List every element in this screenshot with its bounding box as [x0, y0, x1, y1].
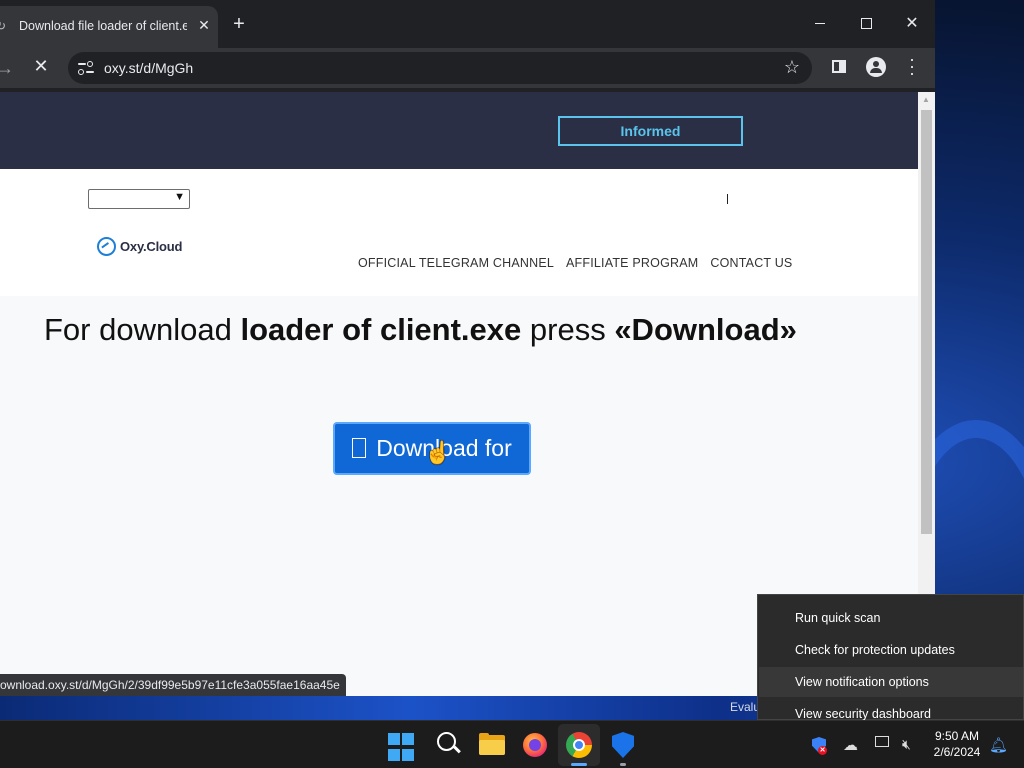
clock[interactable]: 9:50 AM 2/6/2024 [928, 728, 986, 760]
headline-filename: loader of client.exe [240, 312, 522, 347]
scroll-thumb[interactable] [921, 110, 932, 534]
maximize-icon [860, 18, 872, 30]
logo-icon [97, 237, 116, 256]
nav-link-contact[interactable]: CONTACT US [710, 256, 792, 270]
nav-link-telegram[interactable]: OFFICIAL TELEGRAM CHANNEL [358, 256, 554, 270]
firefox-icon[interactable] [520, 730, 550, 760]
close-window-button[interactable]: ✕ [889, 10, 935, 38]
text-cursor [727, 194, 728, 204]
menu-item-protection-updates[interactable]: Check for protection updates [759, 635, 1023, 665]
menu-item-quick-scan[interactable]: Run quick scan [759, 603, 1023, 633]
start-icon[interactable] [388, 733, 414, 763]
loading-icon: ↻ [0, 19, 7, 33]
bookmark-star-icon[interactable]: ☆ [784, 57, 800, 78]
defender-context-menu: Run quick scan Check for protection upda… [757, 594, 1024, 721]
clock-date: 2/6/2024 [933, 745, 981, 759]
browser-menu-icon[interactable]: · · · [904, 50, 920, 82]
volume-muted-icon[interactable]: 🔇︎ [902, 736, 911, 753]
language-select[interactable]: ▼ [88, 189, 190, 209]
network-icon[interactable] [875, 736, 889, 747]
security-alert-icon: ✕ [818, 746, 827, 755]
new-tab-button[interactable]: + [228, 13, 250, 35]
hand-pointer-icon: ☝ [424, 440, 452, 465]
menu-item-notification-options[interactable]: View notification options [759, 667, 1023, 697]
site-info-icon[interactable] [78, 60, 94, 76]
headline-part-1: For download [44, 312, 241, 347]
tab-title: Download file loader of client.e [19, 19, 187, 33]
status-bar-url: ownload.oxy.st/d/MgGh/2/39df99e5b97e11cf… [0, 674, 346, 696]
browser-tab[interactable]: ↻ Download file loader of client.e ✕ [0, 6, 218, 48]
nav-link-affiliate[interactable]: AFFILIATE PROGRAM [566, 256, 698, 270]
informed-button[interactable]: Informed [558, 116, 743, 146]
clock-time: 9:50 AM [934, 729, 980, 743]
forward-icon[interactable]: → [0, 58, 14, 79]
browser-toolbar: → ✕ oxy.st/d/MgGh ☆ · · · [0, 48, 935, 88]
side-panel-icon[interactable] [832, 60, 846, 73]
logo-text: Oxy.Cloud [120, 239, 183, 254]
nav-links: OFFICIAL TELEGRAM CHANNEL AFFILIATE PROG… [358, 256, 792, 270]
url-text[interactable]: oxy.st/d/MgGh [104, 60, 193, 76]
site-nav: ▼ Oxy.Cloud OFFICIAL TELEGRAM CHANNEL AF… [0, 169, 918, 296]
evaluation-watermark: Evalu [730, 700, 761, 714]
notification-bell-icon[interactable]: 🔔︎ [989, 736, 1008, 754]
site-header: Informed [0, 92, 918, 169]
maximize-button[interactable] [843, 10, 889, 38]
active-app-indicator [571, 763, 587, 766]
headline-part-3: press [521, 312, 615, 347]
search-icon[interactable] [434, 730, 464, 760]
tab-close-icon[interactable]: ✕ [194, 15, 214, 35]
scroll-up-icon[interactable]: ▲ [922, 95, 930, 104]
page-headline: For download loader of client.exe press … [44, 312, 797, 348]
chevron-down-icon: ▼ [174, 191, 185, 203]
file-explorer-icon[interactable] [477, 730, 507, 760]
address-bar[interactable]: oxy.st/d/MgGh ☆ [68, 52, 812, 84]
profile-icon[interactable] [866, 57, 886, 77]
tab-strip: ↻ Download file loader of client.e ✕ + ✕ [0, 0, 935, 48]
oxy-cloud-logo[interactable]: Oxy.Cloud [97, 237, 182, 256]
running-app-indicator [620, 763, 626, 766]
onedrive-off-icon[interactable]: ☁ [843, 736, 858, 754]
missing-glyph-icon [352, 438, 367, 458]
minimize-button[interactable] [797, 10, 843, 38]
stop-loading-icon[interactable]: ✕ [30, 56, 52, 78]
headline-download-word: «Download» [614, 312, 797, 347]
defender-icon[interactable] [608, 730, 638, 760]
minimize-icon [815, 23, 825, 25]
chrome-icon[interactable] [564, 730, 594, 760]
taskbar: ✕ ☁ 🔇︎ 9:50 AM 2/6/2024 🔔︎ [0, 720, 1024, 768]
